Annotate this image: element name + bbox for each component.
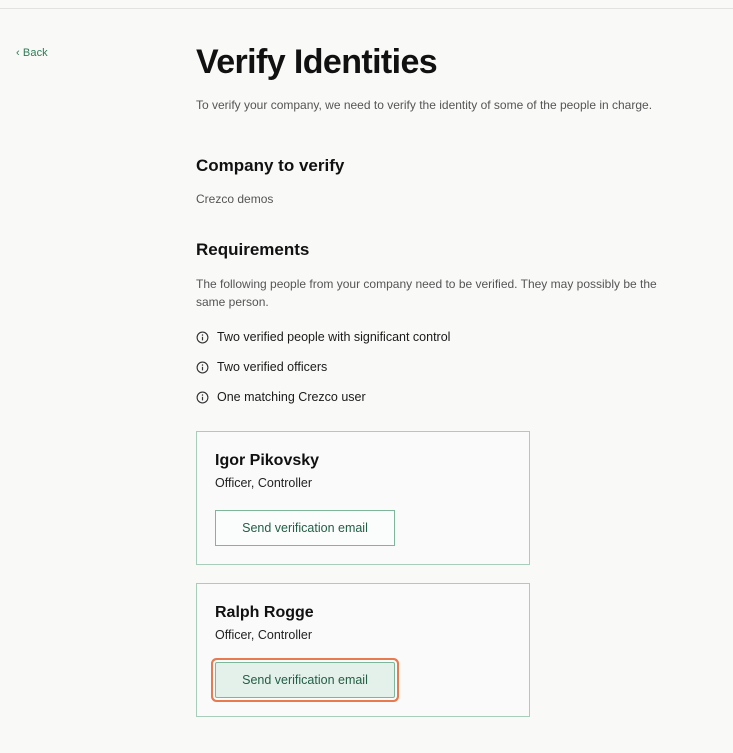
person-name: Ralph Rogge bbox=[215, 604, 314, 621]
requirement-label: One matching Crezco user bbox=[217, 390, 366, 404]
info-icon bbox=[196, 331, 209, 344]
requirements-list: Two verified people with significant con… bbox=[196, 322, 450, 412]
person-role: Officer, Controller bbox=[215, 476, 313, 490]
info-icon bbox=[196, 361, 209, 374]
send-verification-email-button[interactable]: Send verification email bbox=[215, 510, 395, 546]
intro-text: To verify your company, we need to verif… bbox=[196, 98, 653, 112]
company-name: Crezco demos bbox=[196, 192, 274, 206]
info-icon bbox=[196, 391, 209, 404]
main-content: Verify Identities To verify your company… bbox=[196, 40, 676, 404]
person-name: Igor Pikovsky bbox=[215, 452, 320, 469]
requirement-item: One matching Crezco user bbox=[196, 382, 450, 412]
back-link[interactable]: ‹ Back bbox=[16, 47, 48, 59]
requirement-item: Two verified officers bbox=[196, 352, 450, 382]
page-title: Verify Identities bbox=[196, 43, 438, 81]
requirement-label: Two verified people with significant con… bbox=[217, 330, 451, 344]
person-card: Ralph Rogge Officer, Controller Send ver… bbox=[196, 583, 530, 717]
send-verification-email-button[interactable]: Send verification email bbox=[215, 662, 395, 698]
top-bar bbox=[0, 0, 733, 9]
person-card: Igor Pikovsky Officer, Controller Send v… bbox=[196, 431, 530, 565]
requirements-section-title: Requirements bbox=[196, 240, 310, 259]
requirement-item: Two verified people with significant con… bbox=[196, 322, 450, 352]
person-role: Officer, Controller bbox=[215, 628, 313, 642]
requirements-description: The following people from your company n… bbox=[196, 277, 657, 309]
requirement-label: Two verified officers bbox=[217, 360, 328, 374]
company-section-title: Company to verify bbox=[196, 156, 345, 175]
